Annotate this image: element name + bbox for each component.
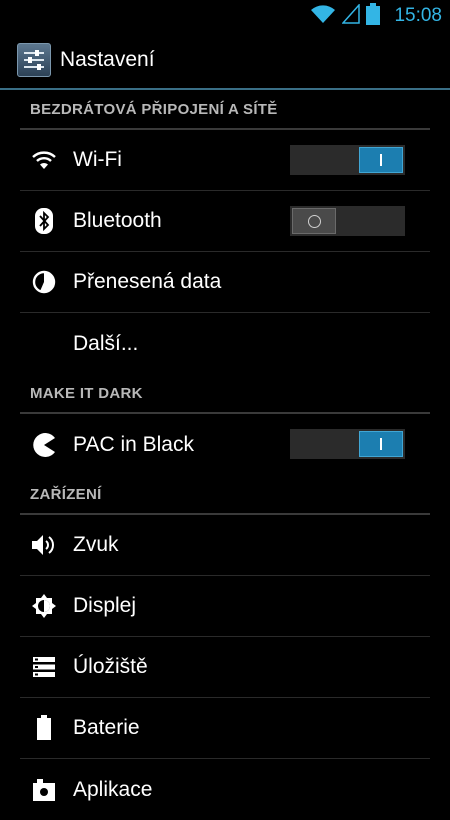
toggle-knob xyxy=(359,147,403,173)
storage-icon xyxy=(30,653,58,681)
pac-in-black-toggle[interactable] xyxy=(290,429,405,459)
status-icons: 15:08 xyxy=(310,0,442,32)
battery-status-icon xyxy=(366,2,381,30)
settings-item-wifi[interactable]: Wi-Fi xyxy=(20,130,430,191)
clock: 15:08 xyxy=(394,5,442,26)
settings-sliders-icon[interactable] xyxy=(17,43,51,77)
toggle-knob xyxy=(292,208,336,234)
bluetooth-icon xyxy=(30,207,58,235)
wifi-icon xyxy=(30,146,58,174)
settings-item-label: Wi-Fi xyxy=(73,148,122,171)
settings-item-label: Přenesená data xyxy=(73,270,222,293)
settings-item-more[interactable]: Další... xyxy=(20,313,430,374)
settings-item-label: Baterie xyxy=(73,716,140,739)
settings-item-label: Další... xyxy=(73,331,139,355)
wifi-toggle[interactable] xyxy=(290,145,405,175)
section-header-make-it-dark: MAKE IT DARK xyxy=(20,374,430,414)
section-header-device: ZAŘÍZENÍ xyxy=(20,475,430,515)
status-bar: 15:08 xyxy=(0,0,450,32)
settings-item-battery[interactable]: Baterie xyxy=(20,698,430,759)
settings-item-bluetooth[interactable]: Bluetooth xyxy=(20,191,430,252)
settings-item-label: Displej xyxy=(73,594,137,617)
wifi-signal-icon xyxy=(310,4,336,29)
sound-icon xyxy=(30,531,58,559)
settings-list: BEZDRÁTOVÁ PŘIPOJENÍ A SÍTĚ Wi-Fi Blueto… xyxy=(0,90,450,820)
settings-item-display[interactable]: Displej xyxy=(20,576,430,637)
pacman-icon xyxy=(30,431,58,459)
settings-item-label: Zvuk xyxy=(73,533,119,556)
settings-item-label: Aplikace xyxy=(73,777,153,801)
bluetooth-toggle[interactable] xyxy=(290,206,405,236)
section-header-wireless: BEZDRÁTOVÁ PŘIPOJENÍ A SÍTĚ xyxy=(20,90,430,130)
apps-icon xyxy=(30,776,58,804)
settings-item-label: Úložiště xyxy=(73,655,148,678)
settings-item-storage[interactable]: Úložiště xyxy=(20,637,430,698)
brightness-icon xyxy=(30,592,58,620)
action-bar: Nastavení xyxy=(0,32,450,90)
page-title: Nastavení xyxy=(60,48,155,71)
settings-item-label: PAC in Black xyxy=(73,432,194,456)
settings-item-sound[interactable]: Zvuk xyxy=(20,515,430,576)
settings-item-pac-in-black[interactable]: PAC in Black xyxy=(20,414,430,475)
settings-item-label: Bluetooth xyxy=(73,209,162,232)
blank-icon xyxy=(30,330,58,358)
data-usage-icon xyxy=(30,268,58,296)
cell-signal-icon xyxy=(341,2,361,29)
battery-icon xyxy=(30,714,58,742)
settings-item-apps[interactable]: Aplikace xyxy=(20,759,430,820)
toggle-knob xyxy=(359,431,403,457)
settings-item-data-usage[interactable]: Přenesená data xyxy=(20,252,430,313)
